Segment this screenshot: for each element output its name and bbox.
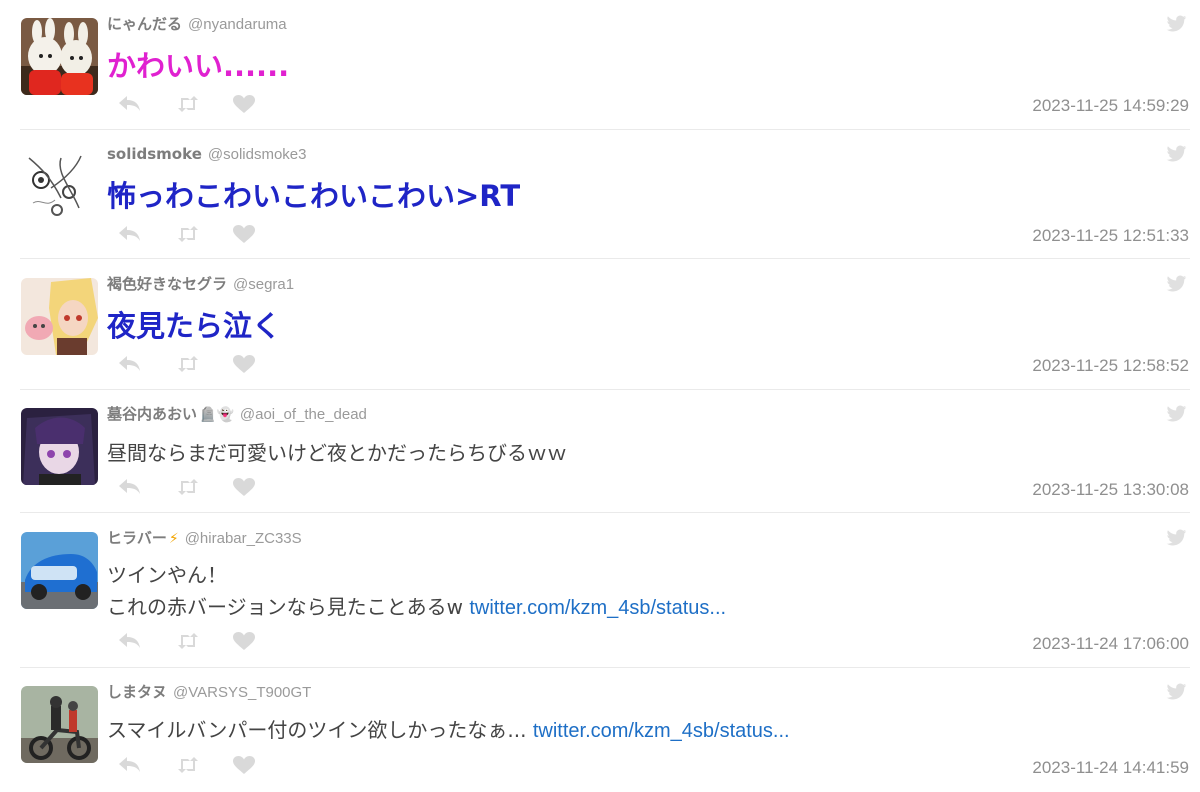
name-emoji: ⚡ bbox=[168, 531, 179, 547]
like-icon[interactable] bbox=[232, 755, 256, 775]
tweet-timestamp[interactable]: 2023-11-25 12:51:33 bbox=[1032, 226, 1189, 246]
user-handle[interactable]: @nyandaruma bbox=[188, 16, 287, 33]
user-name[interactable]: ヒラバー bbox=[107, 529, 167, 547]
tweet-text: スマイルバンパー付のツイン欲しかったなぁ... bbox=[107, 718, 533, 742]
tweet-text: かわいい...... bbox=[107, 49, 290, 83]
retweet-icon[interactable] bbox=[176, 94, 200, 114]
tweet-link[interactable]: twitter.com/kzm_4sb/status... bbox=[533, 720, 790, 742]
divider bbox=[20, 129, 1190, 130]
tweet-text-line: ツインやん！ bbox=[107, 563, 227, 587]
name-emoji: 🪦👻 bbox=[199, 407, 234, 423]
tweet-timestamp[interactable]: 2023-11-25 12:58:52 bbox=[1032, 356, 1189, 376]
tweet-text-line: スマイルバンパー付のツイン欲しかったなぁ... twitter.com/kzm_… bbox=[107, 715, 790, 746]
twitter-bird-icon[interactable] bbox=[1166, 682, 1188, 706]
tweet-meta: にゃんだる @nyandaruma bbox=[107, 14, 287, 34]
retweet-icon[interactable] bbox=[176, 755, 200, 775]
tweet-meta: しまタヌ @VARSYS_T900GT bbox=[107, 682, 311, 702]
divider bbox=[20, 667, 1190, 668]
user-handle[interactable]: @solidsmoke3 bbox=[208, 146, 307, 163]
tweet-meta: 墓谷内あおい 🪦👻 @aoi_of_the_dead bbox=[107, 404, 367, 424]
user-avatar[interactable] bbox=[21, 532, 98, 609]
user-handle[interactable]: @segra1 bbox=[233, 276, 294, 293]
user-avatar[interactable] bbox=[21, 408, 98, 485]
retweet-icon[interactable] bbox=[176, 354, 200, 374]
user-avatar[interactable] bbox=[21, 686, 98, 763]
like-icon[interactable] bbox=[232, 631, 256, 651]
retweet-icon[interactable] bbox=[176, 477, 200, 497]
twitter-bird-icon[interactable] bbox=[1166, 144, 1188, 168]
user-name[interactable]: 墓谷内あおい bbox=[107, 405, 197, 423]
avatar-image bbox=[21, 408, 98, 485]
tweet-text: 昼間ならまだ可愛いけど夜とかだったらちびるｗｗ bbox=[107, 441, 567, 465]
tweet-text: 夜見たら泣く bbox=[107, 309, 282, 343]
like-icon[interactable] bbox=[232, 477, 256, 497]
like-icon[interactable] bbox=[232, 354, 256, 374]
tweet-meta: ヒラバー ⚡ @hirabar_ZC33S bbox=[107, 528, 302, 548]
tweet-timestamp[interactable]: 2023-11-25 14:59:29 bbox=[1032, 96, 1189, 116]
twitter-bird-icon[interactable] bbox=[1166, 528, 1188, 552]
reply-icon[interactable] bbox=[118, 224, 142, 244]
reply-icon[interactable] bbox=[118, 755, 142, 775]
tweet-meta: solidsmoke @solidsmoke3 bbox=[107, 144, 306, 164]
twitter-bird-icon[interactable] bbox=[1166, 14, 1188, 38]
user-handle[interactable]: @aoi_of_the_dead bbox=[240, 406, 367, 423]
reply-icon[interactable] bbox=[118, 354, 142, 374]
user-avatar[interactable] bbox=[21, 18, 98, 95]
avatar-image bbox=[21, 532, 98, 609]
reply-icon[interactable] bbox=[118, 631, 142, 651]
user-avatar[interactable] bbox=[21, 278, 98, 355]
user-name[interactable]: しまタヌ bbox=[107, 683, 167, 701]
retweet-icon[interactable] bbox=[176, 224, 200, 244]
like-icon[interactable] bbox=[232, 94, 256, 114]
tweet-timestamp[interactable]: 2023-11-24 14:41:59 bbox=[1032, 758, 1189, 778]
retweet-icon[interactable] bbox=[176, 631, 200, 651]
tweet-text: これの赤バージョンなら見たことあるw bbox=[107, 595, 470, 619]
reply-icon[interactable] bbox=[118, 477, 142, 497]
divider bbox=[20, 258, 1190, 259]
tweet-link[interactable]: twitter.com/kzm_4sb/status... bbox=[469, 597, 726, 619]
avatar-image bbox=[21, 18, 98, 95]
avatar-image bbox=[21, 148, 98, 225]
avatar-image bbox=[21, 686, 98, 763]
twitter-bird-icon[interactable] bbox=[1166, 274, 1188, 298]
divider bbox=[20, 512, 1190, 513]
reply-icon[interactable] bbox=[118, 94, 142, 114]
user-name[interactable]: solidsmoke bbox=[107, 145, 202, 163]
user-handle[interactable]: @hirabar_ZC33S bbox=[185, 530, 302, 547]
tweet-timestamp[interactable]: 2023-11-24 17:06:00 bbox=[1032, 634, 1189, 654]
avatar-image bbox=[21, 278, 98, 355]
divider bbox=[20, 389, 1190, 390]
tweet-meta: 褐色好きなセグラ @segra1 bbox=[107, 274, 294, 294]
user-handle[interactable]: @VARSYS_T900GT bbox=[173, 684, 311, 701]
user-name[interactable]: 褐色好きなセグラ bbox=[107, 275, 227, 293]
twitter-bird-icon[interactable] bbox=[1166, 404, 1188, 428]
user-name[interactable]: にゃんだる bbox=[107, 15, 182, 33]
like-icon[interactable] bbox=[232, 224, 256, 244]
tweet-timestamp[interactable]: 2023-11-25 13:30:08 bbox=[1032, 480, 1189, 500]
user-avatar[interactable] bbox=[21, 148, 98, 225]
tweet-text-line: これの赤バージョンなら見たことあるw twitter.com/kzm_4sb/s… bbox=[107, 592, 726, 623]
tweet-text: 怖っわこわいこわいこわい>RT bbox=[107, 179, 521, 213]
